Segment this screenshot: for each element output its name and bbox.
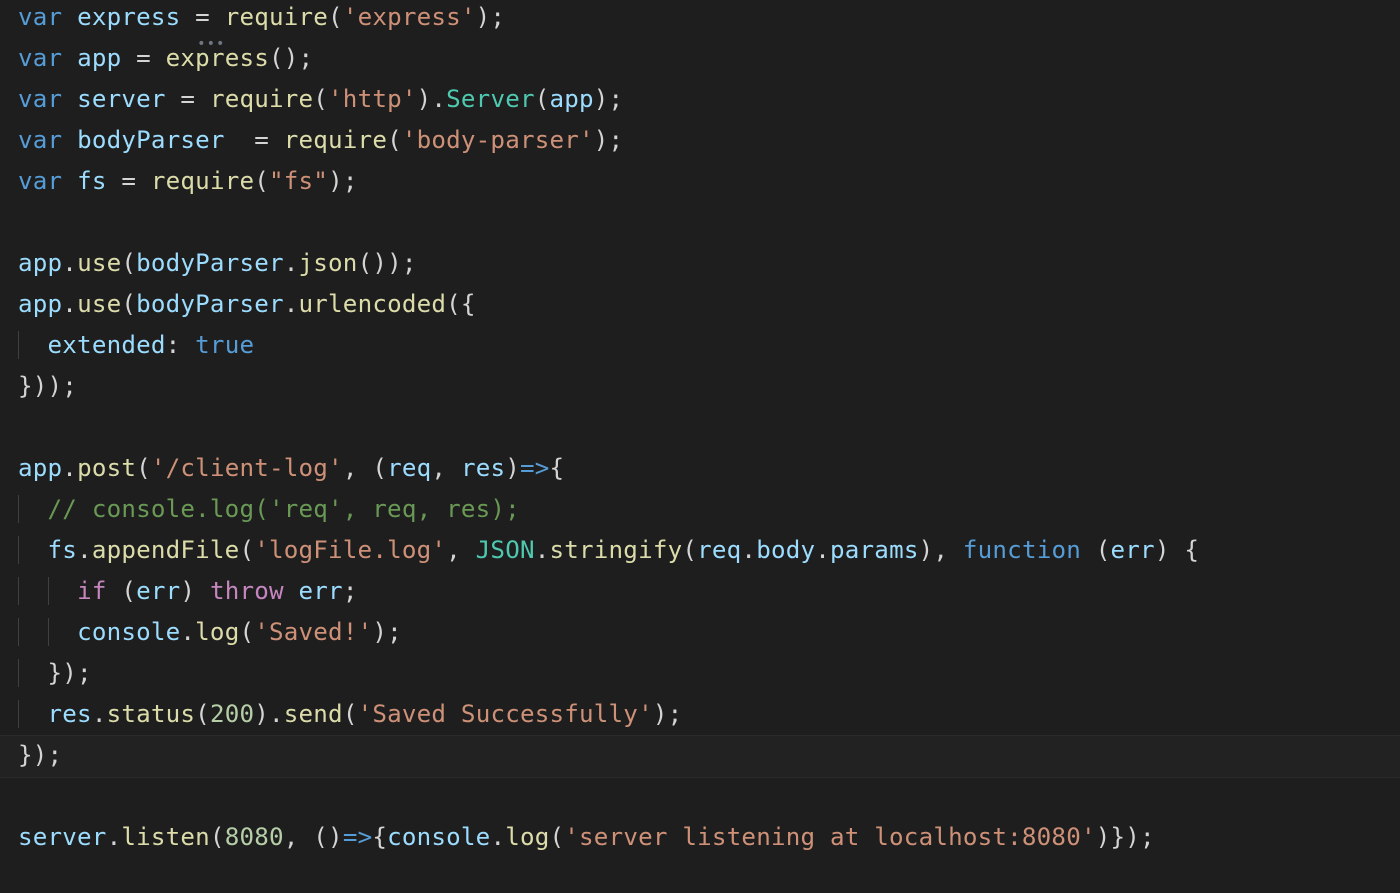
code-line[interactable] <box>18 782 33 810</box>
code-line[interactable]: extended: true <box>18 331 254 359</box>
code-block[interactable]: var express = require('express'); •••var… <box>0 0 1400 858</box>
code-line[interactable]: var express = require('express'); <box>18 3 505 31</box>
code-line[interactable]: app.post('/client-log', (req, res)=>{ <box>18 454 564 482</box>
code-line[interactable]: var server = require('http').Server(app)… <box>18 85 623 113</box>
code-line[interactable]: server.listen(8080, ()=>{console.log('se… <box>18 823 1155 851</box>
code-line[interactable]: // console.log('req', req, res); <box>18 495 520 523</box>
code-line[interactable]: }); <box>18 659 92 687</box>
code-line[interactable]: })); <box>18 372 77 400</box>
code-editor[interactable]: var express = require('express'); •••var… <box>0 0 1400 893</box>
code-line[interactable] <box>18 208 33 236</box>
code-line[interactable]: if (err) throw err; <box>18 577 358 605</box>
code-line[interactable]: fs.appendFile('logFile.log', JSON.string… <box>18 536 1199 564</box>
code-line[interactable]: app.use(bodyParser.urlencoded({ <box>18 290 476 318</box>
code-line[interactable]: }); <box>18 741 62 769</box>
code-line[interactable] <box>18 413 33 441</box>
code-line[interactable]: var fs = require("fs"); <box>18 167 358 195</box>
code-line[interactable]: var bodyParser = require('body-parser'); <box>18 126 623 154</box>
code-line[interactable]: res.status(200).send('Saved Successfully… <box>18 700 682 728</box>
code-line[interactable]: app.use(bodyParser.json()); <box>18 249 417 277</box>
code-line[interactable]: console.log('Saved!'); <box>18 618 402 646</box>
